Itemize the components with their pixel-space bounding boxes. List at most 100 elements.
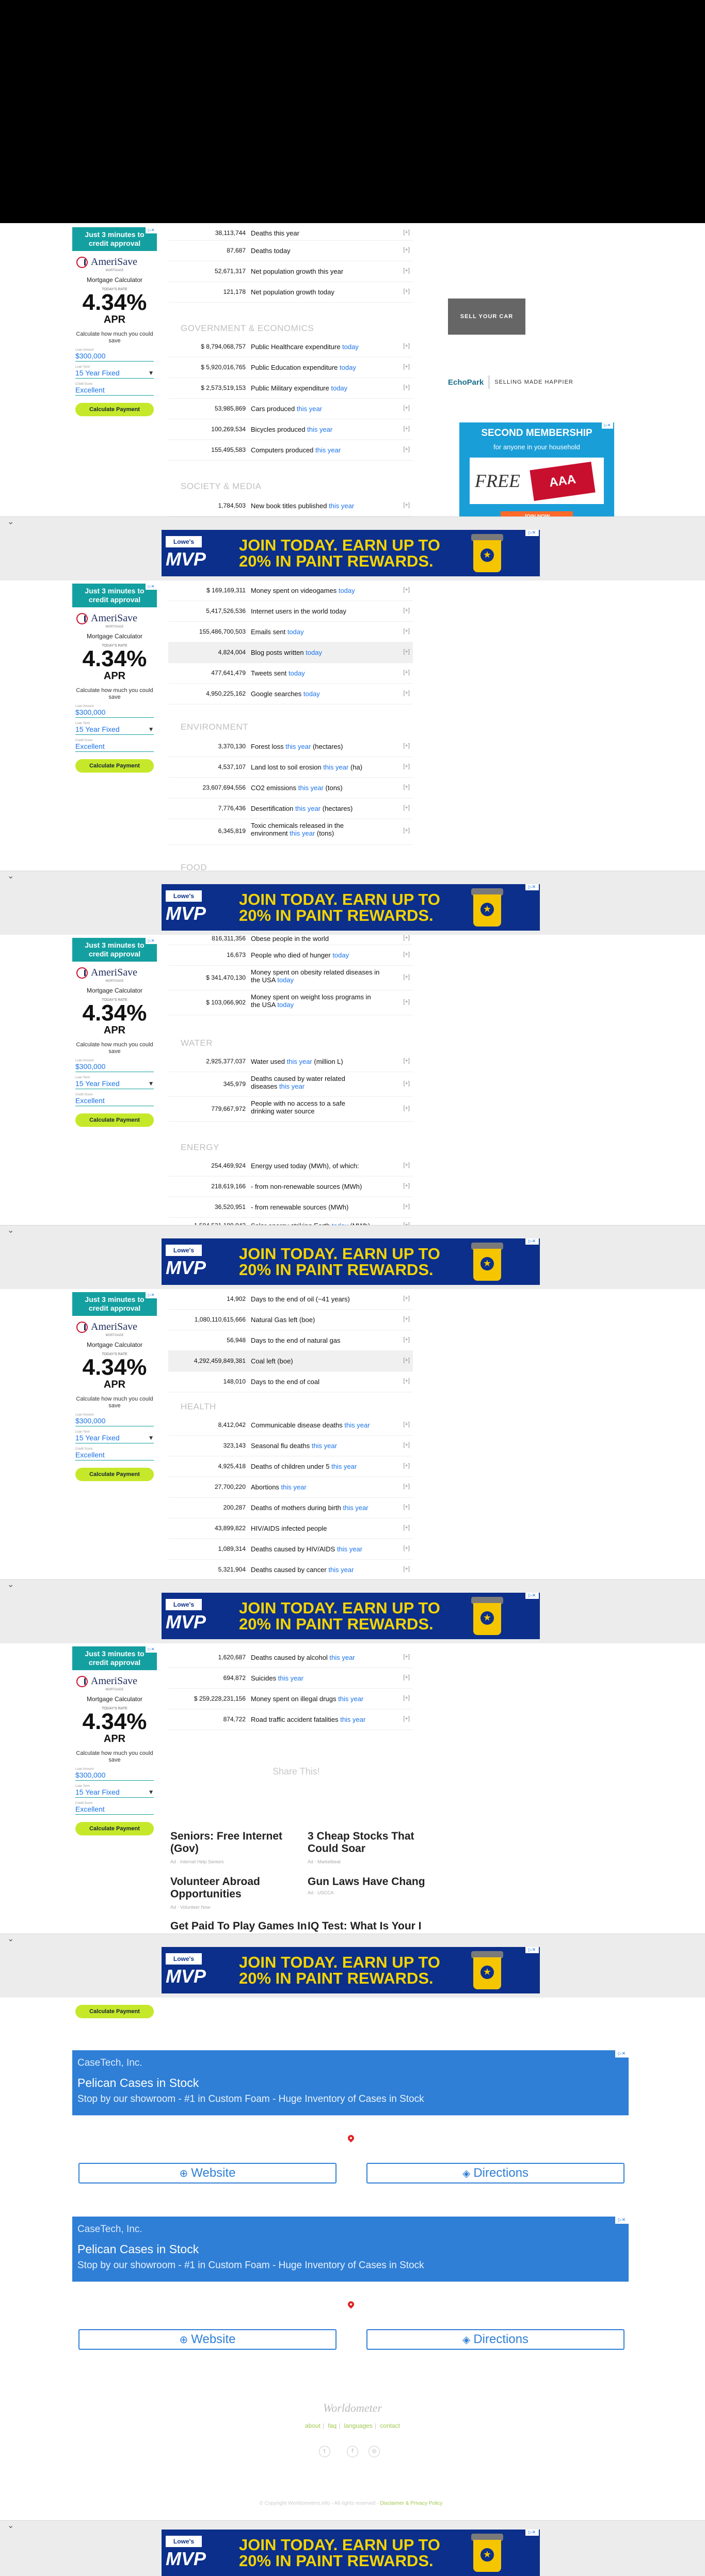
mortgage-ad[interactable]: ▷✕ Just 3 minutes to credit approval Ame… (72, 1292, 157, 1579)
chevron-down-icon[interactable]: ⌄ (7, 871, 14, 881)
loan-term-select[interactable]: Loan Term 15 Year Fixed ▼ (75, 1076, 154, 1089)
ad-choices-icon[interactable]: ▷✕ (525, 2530, 539, 2536)
ad-choices-icon[interactable]: ▷✕ (615, 2050, 629, 2057)
website-button[interactable]: ⊕ Website (78, 2329, 337, 2350)
section-heading-energy: ENERGY (181, 1142, 219, 1152)
ad-choices-icon[interactable]: ▷✕ (615, 2217, 629, 2224)
credit-score-field[interactable]: Credit Score Excellent (75, 739, 154, 752)
lowes-banner-ad[interactable]: ▷✕ Lowe's MVP JOIN TODAY. EARN UP TO 20% I… (162, 1947, 540, 1993)
membership-subtitle: for anyone in your household (493, 443, 580, 451)
website-button[interactable]: ⊕ Website (78, 2163, 337, 2184)
membership-ad[interactable]: ▷✕ SECOND MEMBERSHIP for anyone in your … (459, 422, 614, 529)
calculate-payment-button[interactable]: Calculate Payment (75, 2005, 154, 2018)
casetech-ad[interactable]: ▷✕ CaseTech, Inc. Pelican Cases in Stock… (72, 2050, 629, 2115)
chevron-down-icon[interactable]: ⌄ (7, 1934, 14, 1943)
ad-choices-icon[interactable]: ▷✕ (146, 1292, 157, 1298)
amerisave-logo: AmeriSave (72, 1670, 157, 1690)
loan-term-select[interactable]: Loan Term 15 Year Fixed ▼ (75, 722, 154, 735)
instagram-icon[interactable]: ◎ (368, 2446, 380, 2457)
mortgage-ad[interactable]: ▷✕ Just 3 minutes to credit approval Ame… (72, 584, 157, 871)
calculate-payment-button[interactable]: Calculate Payment (75, 1468, 154, 1481)
lowes-banner-ad[interactable]: ▷✕ Lowe's MVP JOIN TODAY. EARN UP TO 20% I… (162, 1238, 540, 1285)
sell-your-car-ad[interactable]: SELL YOUR CAR (448, 299, 525, 335)
counter-row: $ 259,228,231,156 Money spent on illegal … (168, 1689, 413, 1709)
counter-row: 23,607,694,556 CO2 emissions this year (t… (168, 778, 413, 798)
population-counters: 38,113,744 Deaths this year [+] 87,687 Deat… (168, 223, 413, 303)
loan-amount-field[interactable]: Loan Amount $300,000 (75, 1768, 154, 1781)
credit-score-field[interactable]: Credit Score Excellent (75, 1802, 154, 1815)
native-ad-link[interactable]: IQ Test: What Is Your I (308, 1920, 437, 1934)
apr-label: APR (103, 1733, 126, 1745)
native-ad-link[interactable]: Get Paid To Play Games In Apps (170, 1920, 310, 1934)
ad-title[interactable]: Pelican Cases in Stock (77, 2242, 199, 2256)
lowes-banner-ad[interactable]: ▷✕ Lowe's MVP JOIN TODAY. EARN UP TO 20% I… (162, 2530, 540, 2576)
share-this-label[interactable]: Share This! (273, 1766, 320, 1777)
footer-link-languages[interactable]: languages (344, 2422, 373, 2429)
ad-title[interactable]: Pelican Cases in Stock (77, 2076, 199, 2090)
chevron-down-icon[interactable]: ⌄ (7, 2520, 14, 2530)
health-counters-b: 1,620,687 Deaths caused by alcohol this y… (168, 1647, 413, 1730)
ad-choices-icon[interactable]: ▷✕ (525, 1238, 539, 1245)
credit-score-field[interactable]: Credit Score Excellent (75, 383, 154, 396)
ad-choices-icon[interactable]: ▷✕ (146, 1646, 157, 1653)
counter-row: 218,619,166- from non-renewable sources … (168, 1176, 413, 1197)
native-ad-link[interactable]: Volunteer Abroad Opportunities (170, 1876, 310, 1900)
loan-amount-field[interactable]: Loan Amount $300,000 (75, 1413, 154, 1426)
directions-icon: ◈ (462, 2333, 471, 2346)
ad-choices-icon[interactable]: ▷✕ (525, 1593, 539, 1599)
gov-counters: $ 8,794,068,757 Public Healthcare expendi… (168, 337, 413, 461)
disclaimer-link[interactable]: Disclaimer & Privacy Policy (380, 2501, 442, 2506)
chevron-down-icon[interactable]: ⌄ (7, 1225, 14, 1235)
calculate-payment-button[interactable]: Calculate Payment (75, 1113, 154, 1127)
lowes-banner-ad[interactable]: ▷✕ Lowe's MVP JOIN TODAY. EARN UP TO 20% I… (162, 884, 540, 931)
credit-score-field[interactable]: Credit Score Excellent (75, 1448, 154, 1460)
ad-choices-icon[interactable]: ▷✕ (525, 1947, 539, 1953)
lowes-banner-ad[interactable]: ▷✕ Lowe's MVP JOIN TODAY. EARN UP TO 20% I… (162, 1593, 540, 1639)
ad-choices-icon[interactable]: ▷✕ (525, 884, 539, 890)
casetech-ad[interactable]: ▷✕ CaseTech, Inc. Pelican Cases in Stock… (72, 2217, 629, 2282)
credit-score-field[interactable]: Credit Score Excellent (75, 1093, 154, 1106)
mortgage-ad[interactable]: ▷✕ Just 3 minutes to credit approval Ame… (72, 938, 157, 1225)
footer-link-contact[interactable]: contact (380, 2422, 400, 2429)
ad-choices-icon[interactable]: ▷✕ (146, 938, 157, 944)
logo-subtitle: MORTGAGE (105, 625, 124, 629)
mortgage-ad[interactable]: ▷✕ Just 3 minutes to credit approval Ame… (72, 1646, 157, 1934)
counter-row: 56,948 Days to the end of natural gas [+] (168, 1330, 413, 1351)
loan-amount-field[interactable]: Loan Amount $300,000 (75, 705, 154, 718)
mortgage-ad-headline: Just 3 minutes to credit approval (72, 1646, 157, 1670)
facebook-icon[interactable]: f (347, 2446, 358, 2457)
native-ad-link[interactable]: 3 Cheap Stocks That Could Soar (308, 1830, 437, 1855)
directions-button[interactable]: ◈ Directions (366, 2163, 624, 2184)
native-ad-link[interactable]: Gun Laws Have Chang (308, 1876, 437, 1888)
loan-term-select[interactable]: Loan Term 15 Year Fixed ▼ (75, 1431, 154, 1443)
footer-link-about[interactable]: about (305, 2422, 321, 2429)
chevron-down-icon[interactable]: ⌄ (7, 1579, 14, 1589)
calculate-payment-button[interactable]: Calculate Payment (75, 1822, 154, 1835)
mortgage-ad-tail[interactable]: Calculate Payment (72, 1998, 157, 2044)
calculate-payment-button[interactable]: Calculate Payment (75, 759, 154, 773)
counter-row: 52,671,317 Net population growth this yea… (168, 261, 413, 282)
loan-term-select[interactable]: Loan Term 15 Year Fixed ▼ (75, 1785, 154, 1798)
section-heading-society: SOCIETY & MEDIA (181, 481, 262, 491)
ad-choices-icon[interactable]: ▷✕ (146, 584, 157, 590)
ad-choices-icon[interactable]: ▷✕ (146, 227, 157, 233)
chevron-down-icon: ▼ (149, 371, 153, 376)
mortgage-ad[interactable]: ▷✕ Just 3 minutes to credit approval Ame… (72, 227, 157, 516)
footer-link-faq[interactable]: faq (328, 2422, 337, 2429)
directions-button[interactable]: ◈ Directions (366, 2329, 624, 2350)
counter-row: $ 341,470,130 Money spent on obesity rela… (168, 966, 413, 991)
loan-term-select[interactable]: Loan Term 15 Year Fixed ▼ (75, 366, 154, 379)
twitter-icon[interactable]: t (319, 2446, 330, 2457)
counter-row: 155,486,700,503 Emails sent today [+] (168, 622, 413, 642)
echopark-ad[interactable]: EchoPark SELLING MADE HAPPIER (448, 372, 603, 392)
society-counters-b: $ 169,169,311 Money spent on videogames t… (168, 580, 413, 704)
worldometer-logo[interactable]: Worldometer (309, 2401, 396, 2415)
counter-row: 694,872 Suicides this year [+] (168, 1668, 413, 1689)
chevron-down-icon[interactable]: ⌄ (7, 516, 14, 526)
calculate-payment-button[interactable]: Calculate Payment (75, 403, 154, 416)
ad-choices-icon[interactable]: ▷✕ (525, 530, 539, 536)
loan-amount-field[interactable]: Loan Amount $300,000 (75, 1059, 154, 1072)
loan-amount-field[interactable]: Loan Amount $300,000 (75, 349, 154, 362)
lowes-banner-ad[interactable]: ▷✕ Lowe's MVP JOIN TODAY. EARN UP TO 20% I… (162, 530, 540, 576)
native-ad-link[interactable]: Seniors: Free Internet (Gov) (170, 1830, 310, 1855)
